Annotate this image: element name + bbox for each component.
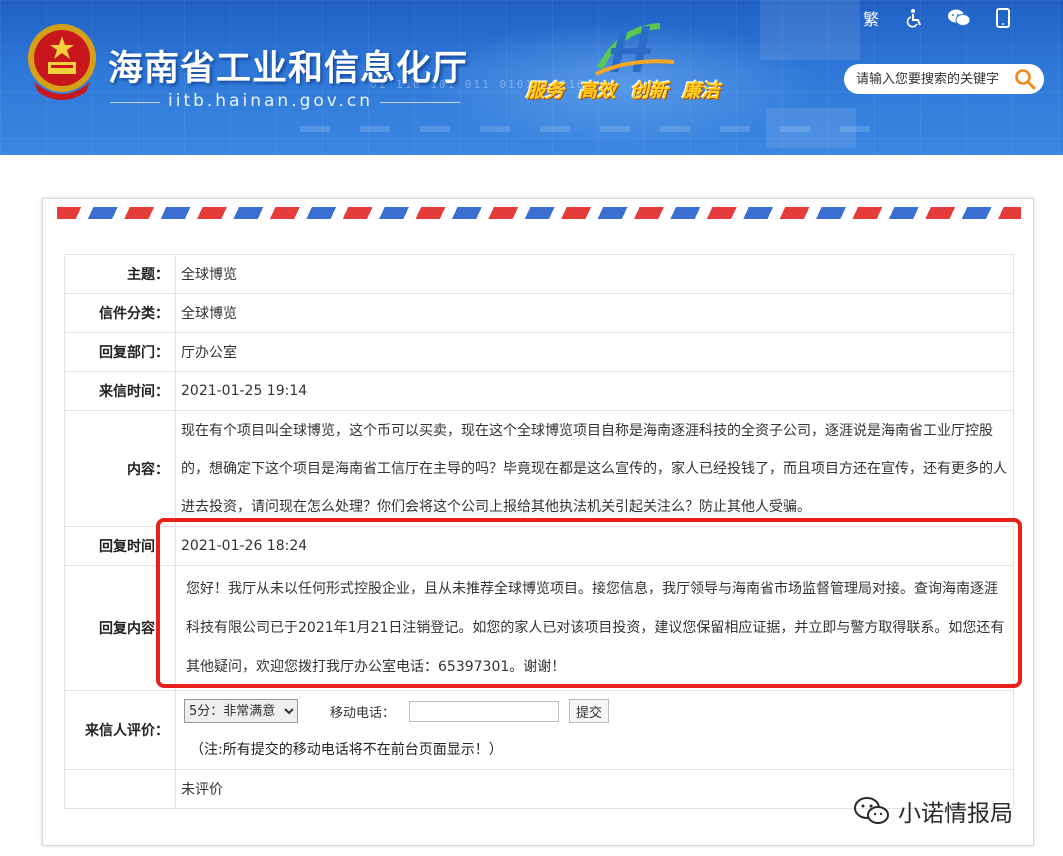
row-subject: 主题： 全球博览 bbox=[64, 254, 1014, 294]
letter-card: 主题： 全球博览 信件分类： 全球博览 回复部门： 厅办公室 来信时间： 202… bbox=[42, 198, 1034, 846]
search-icon[interactable] bbox=[1014, 68, 1036, 90]
eval-status-label bbox=[64, 769, 176, 809]
department-logo-icon bbox=[595, 23, 675, 76]
reply-value: 您好！我厅从未以任何形式控股企业，且从未推荐全球博览项目。接您信息，我厅领导与海… bbox=[175, 565, 1014, 691]
national-emblem-icon bbox=[28, 24, 96, 100]
time-value: 2021-01-25 19:14 bbox=[175, 371, 1014, 411]
eval-label: 来信人评价： bbox=[64, 690, 176, 770]
watermark-text: 小诺情报局 bbox=[898, 801, 1013, 827]
header-decor-bars bbox=[300, 126, 900, 132]
row-content: 内容： 现在有个项目叫全球博览，这个币可以买卖，现在这个全球博览项目自称是海南逐… bbox=[64, 410, 1014, 527]
letter-table: 主题： 全球博览 信件分类： 全球博览 回复部门： 厅办公室 来信时间： 202… bbox=[64, 254, 1014, 809]
row-category: 信件分类： 全球博览 bbox=[64, 293, 1014, 333]
time-label: 来信时间： bbox=[64, 371, 176, 411]
content-value: 现在有个项目叫全球博览，这个币可以买卖，现在这个全球博览项目自称是海南逐涯科技的… bbox=[175, 410, 1014, 527]
airmail-stripe bbox=[57, 207, 1021, 219]
traditional-chinese-icon[interactable]: 繁 bbox=[859, 6, 883, 30]
wechat-icon[interactable] bbox=[947, 6, 971, 30]
mobile-icon[interactable] bbox=[991, 6, 1015, 30]
slogan-service: 服务 bbox=[526, 80, 565, 102]
subject-label: 主题： bbox=[64, 254, 176, 294]
url-line-left bbox=[110, 102, 160, 103]
row-dept: 回复部门： 厅办公室 bbox=[64, 332, 1014, 372]
header-tool-icons: 繁 bbox=[859, 6, 1015, 30]
row-reply-time: 回复时间： 2021-01-26 18:24 bbox=[64, 526, 1014, 566]
site-url: iitb.hainan.gov.cn bbox=[168, 91, 374, 111]
reply-time-label: 回复时间： bbox=[64, 526, 176, 566]
submit-button[interactable]: 提交 bbox=[569, 699, 610, 723]
site-title[interactable]: 海南省工业和信息化厅 bbox=[108, 40, 468, 91]
site-header: 01 110 101 011 0101101010 海南省工业和信息化厅 iit… bbox=[0, 0, 1063, 155]
eval-note: （注:所有提交的移动电话将不在前台页面显示！） bbox=[190, 742, 503, 758]
row-reply: 回复内容： 您好！我厅从未以任何形式控股企业，且从未推荐全球博览项目。接您信息，… bbox=[64, 565, 1014, 691]
slogan-innovation: 创新 bbox=[630, 80, 669, 102]
row-time: 来信时间： 2021-01-25 19:14 bbox=[64, 371, 1014, 411]
search-input[interactable] bbox=[856, 71, 1008, 87]
eval-cell: 5分：非常满意 移动电话： 提交 （注:所有提交的移动电话将不在前台页面显示！） bbox=[175, 690, 1014, 770]
mobile-input[interactable] bbox=[409, 700, 560, 722]
reply-time-value: 2021-01-26 18:24 bbox=[175, 526, 1014, 566]
rating-select[interactable]: 5分：非常满意 bbox=[184, 699, 298, 723]
accessibility-icon[interactable] bbox=[903, 6, 927, 30]
watermark: 小诺情报局 bbox=[852, 794, 1013, 828]
slogan-integrity: 廉洁 bbox=[682, 80, 721, 102]
eval-controls: 5分：非常满意 移动电话： 提交 bbox=[176, 691, 1013, 731]
subject-value: 全球博览 bbox=[175, 254, 1014, 294]
dept-label: 回复部门： bbox=[64, 332, 176, 372]
mobile-label: 移动电话： bbox=[330, 705, 396, 721]
url-line-right bbox=[380, 102, 460, 103]
slogan-efficiency: 高效 bbox=[578, 80, 617, 102]
search-box bbox=[844, 64, 1044, 94]
reply-label: 回复内容： bbox=[64, 565, 176, 691]
category-label: 信件分类： bbox=[64, 293, 176, 333]
category-value: 全球博览 bbox=[175, 293, 1014, 333]
wechat-watermark-icon bbox=[854, 797, 889, 824]
row-evaluation: 来信人评价： 5分：非常满意 移动电话： 提交 （注:所有提交的移动电话将不在前… bbox=[64, 690, 1014, 770]
content-label: 内容： bbox=[64, 410, 176, 527]
dept-value: 厅办公室 bbox=[175, 332, 1014, 372]
header-decor-block bbox=[760, 0, 860, 60]
